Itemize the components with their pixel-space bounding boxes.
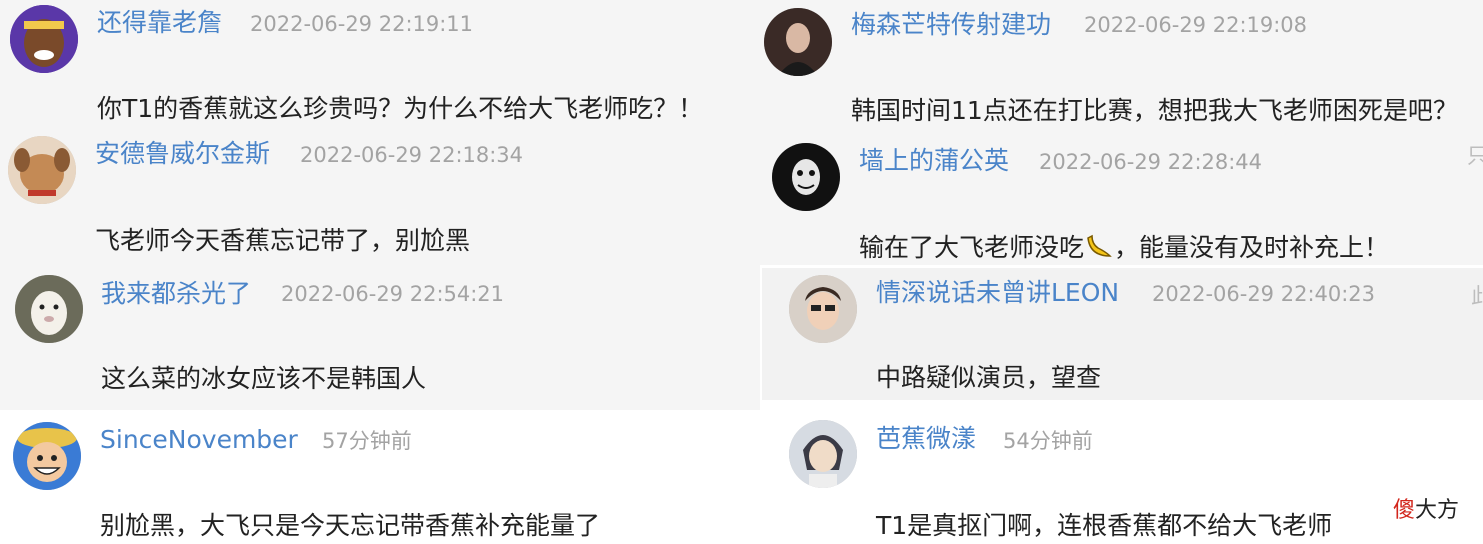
- comment-text: T1是真抠门啊，连根香蕉都不给大飞老师: [876, 511, 1333, 540]
- avatar-dog-icon: [8, 136, 76, 204]
- timestamp: 2022-06-29 22:19:08: [1084, 13, 1308, 37]
- comment-text-part: 输在了大飞老师没吃: [859, 233, 1085, 262]
- comment-text: 你T1的香蕉就这么珍贵吗？为什么不给大飞老师吃？！: [97, 94, 704, 123]
- avatar[interactable]: [10, 5, 78, 73]
- avatar-anime-icon: [789, 420, 857, 488]
- comment-card: 安德鲁威尔金斯 2022-06-29 22:18:34 飞老师今天香蕉忘记带了，…: [0, 130, 760, 265]
- avatar[interactable]: [789, 275, 857, 343]
- clipped-action-link[interactable]: 此: [1471, 280, 1483, 310]
- timestamp: 57分钟前: [322, 429, 412, 453]
- username[interactable]: 情深说话未曾讲LEON: [876, 278, 1119, 308]
- timestamp: 2022-06-29 22:19:11: [250, 12, 474, 36]
- comment-text-part: ，能量没有及时补充上！: [1114, 233, 1390, 262]
- username[interactable]: 还得靠老詹: [97, 8, 222, 38]
- avatar-alpaca-icon: [15, 275, 83, 343]
- timestamp: 2022-06-29 22:18:34: [300, 143, 524, 167]
- avatar-person-icon: [789, 275, 857, 343]
- avatar-cartoon-icon: [10, 5, 78, 73]
- comment-text: 输在了大飞老师没吃 ，能量没有及时补充上！: [859, 232, 1389, 264]
- avatar-luffy-icon: [13, 422, 81, 490]
- banana-emoji-icon: [1084, 234, 1114, 260]
- avatar[interactable]: [764, 8, 832, 76]
- avatar[interactable]: [789, 420, 857, 488]
- avatar[interactable]: [13, 422, 81, 490]
- comment-card: 我来都杀光了 2022-06-29 22:54:21 这么菜的冰女应该不是韩国人: [0, 265, 760, 410]
- comment-card: 还得靠老詹 2022-06-29 22:19:11 你T1的香蕉就这么珍贵吗？为…: [0, 0, 760, 130]
- timestamp: 2022-06-29 22:54:21: [281, 282, 505, 306]
- clipped-action-link[interactable]: 只: [1467, 140, 1483, 170]
- comment-card: 墙上的蒲公英 2022-06-29 22:28:44 输在了大飞老师没吃 ，能量没…: [760, 130, 1483, 265]
- comment-text: 中路疑似演员，望查: [876, 363, 1102, 392]
- username[interactable]: 墙上的蒲公英: [859, 146, 1009, 176]
- comment-text: 韩国时间11点还在打比赛，想把我大飞老师困死是吧？: [851, 96, 1458, 125]
- comment-text: 飞老师今天香蕉忘记带了，别尬黑: [95, 226, 471, 255]
- username[interactable]: SinceNovember: [100, 425, 298, 455]
- avatar[interactable]: [772, 143, 840, 211]
- username[interactable]: 梅森芒特传射建功: [851, 10, 1051, 40]
- timestamp: 2022-06-29 22:40:23: [1152, 282, 1376, 306]
- comment-card: 梅森芒特传射建功 2022-06-29 22:19:08 韩国时间11点还在打比…: [760, 0, 1483, 130]
- username[interactable]: 芭蕉微漾: [876, 424, 976, 454]
- comment-card: SinceNovember 57分钟前 别尬黑，大飞只是今天忘记带香蕉补充能量了: [0, 410, 760, 544]
- comment-text: 别尬黑，大飞只是今天忘记带香蕉补充能量了: [100, 511, 601, 540]
- avatar-joker-icon: [772, 143, 840, 211]
- avatar[interactable]: [8, 136, 76, 204]
- timestamp: 2022-06-29 22:28:44: [1039, 150, 1263, 174]
- timestamp: 54分钟前: [1003, 429, 1093, 453]
- watermark-red-text: 傻: [1393, 498, 1416, 523]
- avatar[interactable]: [15, 275, 83, 343]
- watermark: 傻大方: [1393, 492, 1459, 524]
- comment-card: 情深说话未曾讲LEON 2022-06-29 22:40:23 中路疑似演员，望…: [762, 268, 1483, 400]
- comment-card: 芭蕉微漾 54分钟前 T1是真抠门啊，连根香蕉都不给大飞老师: [760, 410, 1483, 544]
- username[interactable]: 安德鲁威尔金斯: [95, 139, 270, 169]
- watermark-text: 大方: [1415, 498, 1460, 523]
- avatar-photo-icon: [764, 8, 832, 76]
- username[interactable]: 我来都杀光了: [101, 279, 251, 309]
- comment-text: 这么菜的冰女应该不是韩国人: [101, 364, 427, 393]
